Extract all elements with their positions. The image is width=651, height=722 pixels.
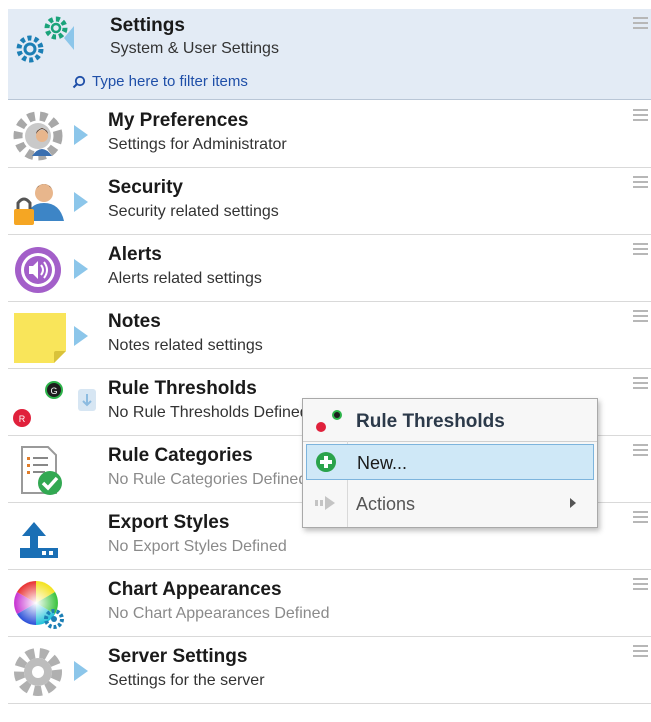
context-menu-title: Rule Thresholds — [356, 411, 505, 432]
drag-handle-icon[interactable] — [633, 511, 648, 525]
item-title: Chart Appearances — [108, 579, 282, 600]
settings-header: Settings System & User Settings — [8, 9, 651, 100]
red-green-dots-icon — [316, 410, 342, 432]
item-title: Rule Thresholds — [108, 378, 257, 399]
item-subtitle: Settings for the server — [108, 672, 265, 689]
drag-handle-icon[interactable] — [633, 444, 648, 458]
context-menu: Rule Thresholds New... Actions — [302, 398, 598, 528]
item-subtitle: No Export Styles Defined — [108, 538, 287, 555]
search-icon — [72, 75, 86, 88]
expand-arrow-icon[interactable] — [74, 125, 88, 145]
expand-arrow-icon[interactable] — [74, 259, 88, 279]
drag-handle-icon[interactable] — [633, 377, 648, 391]
export-arrow-icon — [20, 522, 58, 558]
filter-input[interactable] — [92, 73, 352, 90]
drag-handle-icon[interactable] — [633, 310, 648, 324]
red-green-dots-icon: R G — [13, 381, 63, 427]
menu-item-actions[interactable]: Actions — [306, 486, 594, 522]
expand-arrow-icon[interactable] — [74, 661, 88, 681]
filter-box[interactable] — [72, 73, 352, 90]
plus-circle-icon — [316, 452, 336, 472]
list-item-chart-appearances[interactable]: Chart Appearances No Chart Appearances D… — [8, 570, 651, 637]
color-wheel-icon — [14, 581, 64, 629]
submenu-arrow-icon — [570, 498, 576, 508]
item-title: Server Settings — [108, 646, 248, 667]
drag-handle-icon[interactable] — [633, 243, 648, 257]
item-title: Security — [108, 177, 183, 198]
drag-handle-icon[interactable] — [633, 645, 648, 659]
drag-handle-icon[interactable] — [633, 176, 648, 190]
menu-item-label: Actions — [356, 494, 416, 514]
item-subtitle: Settings for Administrator — [108, 136, 287, 153]
item-title: Notes — [108, 311, 161, 332]
item-subtitle: No Rule Thresholds Defined — [108, 404, 309, 421]
svg-text:R: R — [19, 414, 26, 424]
checklist-icon — [21, 446, 62, 495]
item-subtitle: No Chart Appearances Defined — [108, 605, 330, 622]
list-item-server-settings[interactable]: Server Settings Settings for the server — [8, 637, 651, 704]
expand-arrow-icon[interactable] — [74, 326, 88, 346]
item-title: Rule Categories — [108, 445, 253, 466]
list-item-my-preferences[interactable]: My Preferences Settings for Administrato… — [8, 101, 651, 168]
drag-handle-icon[interactable] — [633, 17, 648, 31]
drag-handle-icon[interactable] — [633, 109, 648, 123]
item-subtitle: Notes related settings — [108, 337, 263, 354]
list-item-alerts[interactable]: Alerts Alerts related settings — [8, 235, 651, 302]
gear-icon — [14, 648, 62, 696]
arrow-right-icon — [315, 496, 335, 510]
sticky-note-icon — [14, 313, 66, 363]
sort-arrow-icon[interactable] — [78, 389, 96, 411]
item-subtitle: Security related settings — [108, 203, 279, 220]
settings-gears-icon — [16, 16, 74, 63]
item-title: Export Styles — [108, 512, 230, 533]
item-subtitle: Alerts related settings — [108, 270, 262, 287]
drag-handle-icon[interactable] — [633, 578, 648, 592]
menu-item-label: New... — [357, 453, 408, 473]
item-title: My Preferences — [108, 110, 249, 131]
menu-item-new[interactable]: New... — [306, 444, 594, 480]
list-item-security[interactable]: Security Security related settings — [8, 168, 651, 235]
page-title: Settings — [110, 15, 185, 36]
page-subtitle: System & User Settings — [110, 40, 279, 57]
context-menu-header: Rule Thresholds — [303, 399, 597, 442]
item-title: Alerts — [108, 244, 162, 265]
gear-user-icon — [13, 111, 63, 161]
user-lock-icon — [14, 184, 64, 225]
list-item-notes[interactable]: Notes Notes related settings — [8, 302, 651, 369]
expand-arrow-icon[interactable] — [74, 192, 88, 212]
speaker-icon — [15, 247, 61, 293]
svg-text:G: G — [50, 386, 57, 396]
item-subtitle: No Rule Categories Defined — [108, 471, 308, 488]
